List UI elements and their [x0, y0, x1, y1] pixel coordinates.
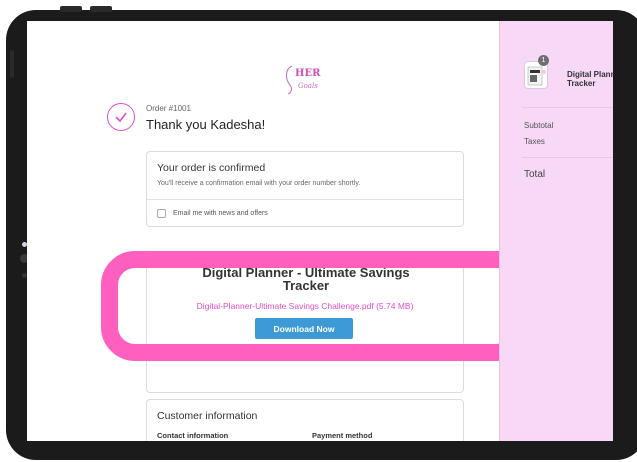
newsletter-checkbox[interactable]	[157, 209, 166, 218]
payment-method-label: Payment method	[312, 431, 373, 440]
customer-information-card: Customer information Contact information…	[146, 399, 464, 441]
svg-text:HER: HER	[295, 68, 321, 79]
newsletter-checkbox-label[interactable]: Email me with news and offers	[173, 210, 268, 217]
summary-product-line-1: Digital Plann	[567, 70, 613, 79]
order-number: Order #1001	[146, 104, 191, 113]
tablet-top-button-2	[90, 6, 112, 12]
quantity-badge: 1	[538, 55, 549, 66]
tablet-top-button	[60, 6, 82, 12]
download-file-link[interactable]: Digital-Planner-Ultimate Savings Challen…	[147, 301, 463, 311]
divider	[147, 199, 463, 200]
taxes-label: Taxes	[524, 137, 545, 146]
download-card: Digital Planner - Ultimate Savings Track…	[146, 251, 464, 393]
confirmed-title: Your order is confirmed	[157, 162, 266, 174]
screenshot: HER Goals Order #1001 Thank you Kadesha!…	[0, 0, 637, 462]
summary-product-line-2: Tracker	[567, 79, 596, 88]
logo-mark-icon: HER Goals	[286, 65, 321, 95]
order-summary-sidebar: 1 Digital Plann Tracker Subtotal Taxes T…	[499, 21, 613, 441]
customer-information-title: Customer information	[157, 410, 258, 422]
contact-information-label: Contact information	[157, 431, 229, 440]
download-now-button[interactable]: Download Now	[255, 318, 353, 339]
summary-product-name: Digital Plann Tracker	[567, 70, 613, 88]
product-title: Digital Planner - Ultimate Savings Track…	[167, 266, 445, 292]
tablet-screen: HER Goals Order #1001 Thank you Kadesha!…	[27, 21, 613, 441]
store-logo[interactable]: HER Goals	[280, 63, 328, 97]
order-confirmed-card: Your order is confirmed You'll receive a…	[146, 151, 464, 227]
summary-divider	[522, 107, 613, 108]
confirmed-subtitle: You'll receive a confirmation email with…	[157, 180, 361, 187]
total-label: Total	[524, 169, 546, 180]
product-title-line-2: Tracker	[282, 278, 330, 293]
thank-you-heading: Thank you Kadesha!	[146, 117, 266, 132]
subtotal-label: Subtotal	[524, 121, 554, 130]
svg-text:Goals: Goals	[298, 82, 318, 90]
summary-divider-2	[522, 157, 613, 158]
order-success-check-icon	[107, 103, 135, 131]
tablet-side-button	[10, 50, 14, 78]
